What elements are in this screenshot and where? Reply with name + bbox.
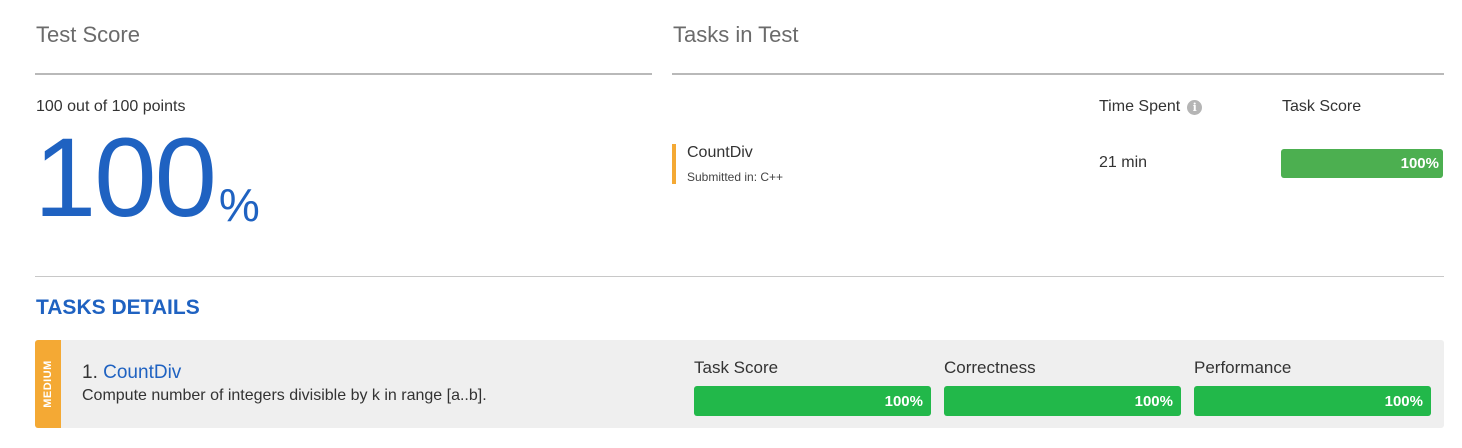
task-time-spent: 21 min xyxy=(1099,154,1148,171)
task-score-header: Task Score xyxy=(1282,98,1362,115)
test-score-divider xyxy=(35,73,652,75)
metric-value: 100% xyxy=(1384,393,1423,410)
details-divider xyxy=(35,276,1444,277)
info-icon[interactable]: i xyxy=(1187,99,1203,115)
task-detail-number: 1. xyxy=(82,362,98,383)
metric-bar: 100% xyxy=(1194,386,1431,416)
time-spent-label: Time Spent xyxy=(1099,98,1181,115)
metric-bar: 100% xyxy=(694,386,931,416)
points-label: 100 out of 100 points xyxy=(36,98,186,115)
metric-correctness: Correctness 100% xyxy=(944,358,1181,416)
tasks-details-title: TASKS DETAILS xyxy=(36,296,200,319)
tasks-in-test-divider xyxy=(672,73,1444,75)
test-score-title: Test Score xyxy=(36,22,140,47)
task-detail-title: 1. CountDiv xyxy=(82,362,181,384)
total-percent: 100 % xyxy=(34,122,260,234)
total-percent-sign: % xyxy=(218,179,260,231)
metric-label: Correctness xyxy=(944,358,1036,377)
metric-performance: Performance 100% xyxy=(1194,358,1431,416)
task-detail-row: MEDIUM 1. CountDiv Compute number of int… xyxy=(35,340,1444,428)
metric-value: 100% xyxy=(1134,393,1173,410)
metric-label: Performance xyxy=(1194,358,1292,377)
difficulty-badge: MEDIUM xyxy=(35,340,61,428)
task-submitted-language: Submitted in: C++ xyxy=(687,170,784,184)
metric-value: 100% xyxy=(884,393,923,410)
tasks-in-test-title: Tasks in Test xyxy=(673,22,799,47)
metric-label: Task Score xyxy=(694,358,779,377)
task-detail-link[interactable]: CountDiv xyxy=(103,362,181,383)
task-score-value: 100% xyxy=(1400,155,1439,172)
task-detail-description: Compute number of integers divisible by … xyxy=(82,387,487,404)
task-name[interactable]: CountDiv xyxy=(687,144,753,162)
metric-bar: 100% xyxy=(944,386,1181,416)
task-difficulty-marker xyxy=(672,144,676,184)
task-score-bar: 100% xyxy=(1281,149,1443,178)
difficulty-label: MEDIUM xyxy=(42,360,54,408)
metric-task-score: Task Score 100% xyxy=(694,358,931,416)
total-percent-value: 100 xyxy=(34,115,217,240)
time-spent-header: Time Spent i xyxy=(1099,98,1203,116)
